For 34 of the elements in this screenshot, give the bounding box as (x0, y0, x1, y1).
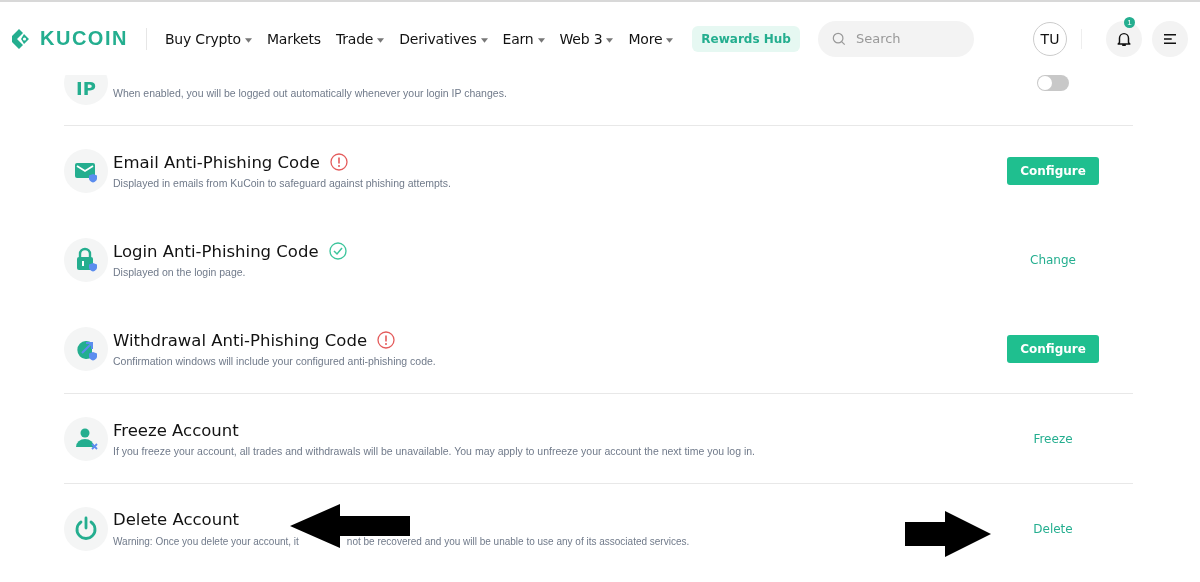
caret-icon (480, 37, 488, 43)
setting-description: Confirmation windows will include your configured anti-phishing code. (113, 354, 437, 367)
setting-description: not be recovered and you will be unable to use any of its associated services. (346, 536, 690, 547)
avatar-button[interactable]: TU (1033, 21, 1067, 56)
caret-icon (606, 37, 614, 43)
setting-description: Displayed on the login page. (113, 265, 247, 278)
menu-icon (1163, 32, 1177, 45)
setting-description: When enabled, you will be logged out automatically whenever your login IP changes. (113, 87, 508, 99)
caret-icon (244, 37, 252, 43)
caret-icon (537, 37, 545, 43)
ip-icon: IP (64, 75, 108, 105)
setting-title: Email Anti-Phishing Code (113, 152, 320, 172)
setting-title: Delete Account (113, 510, 240, 529)
nav-menu-item[interactable]: Buy Crypto (164, 30, 252, 47)
nav-menu-item[interactable]: Earn (502, 30, 545, 47)
nav-menu-item[interactable]: Web 3 (559, 30, 614, 47)
setting-description: If you freeze your account, all trades and withdrawals will be unavailable. You may apply to unfreeze your account the next time you log in. (113, 444, 757, 457)
notification-count: 1 (1124, 16, 1135, 28)
setting-title: Withdrawal Anti-Phishing Code (113, 330, 368, 350)
setting-title: Login Anti-Phishing Code (113, 241, 319, 261)
toggle-switch[interactable] (1037, 75, 1069, 91)
nav-menu-item[interactable]: More (628, 30, 674, 47)
setting-title: Freeze Account (113, 420, 239, 440)
setting-description: Displayed in emails from KuCoin to safeguard against phishing attempts. (113, 176, 452, 189)
search-input[interactable]: Search (853, 30, 958, 47)
caret-icon (666, 37, 674, 43)
setting-description: Warning: Once you delete your account, it (113, 536, 299, 547)
search-icon (831, 31, 846, 46)
search-field[interactable]: Search (817, 20, 974, 57)
nav-menu-item[interactable]: Derivatives (399, 30, 488, 47)
nav-menu-item[interactable]: Markets (266, 30, 321, 47)
menu-button[interactable] (1152, 20, 1188, 57)
caret-icon (377, 37, 385, 43)
nav-menu-item[interactable]: Trade (335, 30, 385, 47)
